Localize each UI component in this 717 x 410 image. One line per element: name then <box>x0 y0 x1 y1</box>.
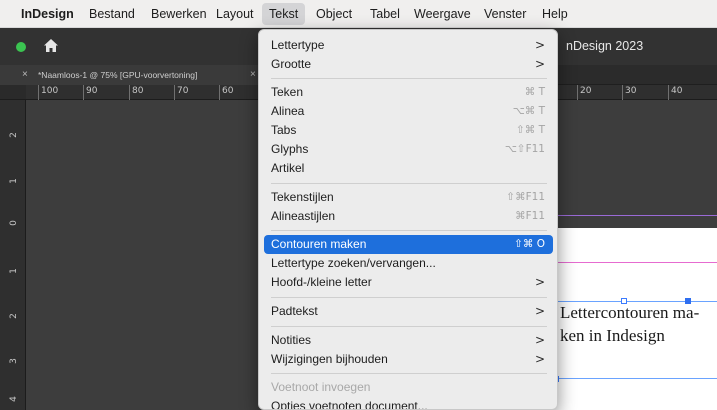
menu-item-notities[interactable]: Notities > <box>264 331 553 350</box>
chevron-right-icon: > <box>534 333 545 347</box>
menu-separator <box>271 297 547 298</box>
menu-tekst[interactable]: Tekst <box>262 3 306 25</box>
close-icon[interactable]: × <box>250 65 256 85</box>
menu-item-grootte[interactable]: Grootte > <box>264 55 553 74</box>
menu-item-alineastijlen[interactable]: Alineastijlen ⌘F11 <box>264 207 553 226</box>
ruler-label: 2 <box>8 132 19 138</box>
menu-item-tabs[interactable]: Tabs ⇧⌘ T <box>264 121 553 140</box>
shortcut: ⌘F11 <box>515 210 545 222</box>
chevron-right-icon: > <box>534 352 545 366</box>
app-title: nDesign 2023 <box>566 39 644 53</box>
menu-help[interactable]: Help <box>535 0 575 28</box>
menu-item-voetnoot-invoegen: Voetnoot invoegen <box>271 380 371 394</box>
shortcut: ⇧⌘ T <box>515 124 545 136</box>
vertical-ruler[interactable]: 2 1 0 1 2 3 4 <box>0 100 26 410</box>
menu-separator <box>271 373 547 374</box>
menu-separator <box>271 183 547 184</box>
ruler-corner <box>0 85 26 100</box>
chevron-right-icon: > <box>534 304 545 318</box>
tekst-menu: Lettertype > Grootte > Teken ⌘ T Alinea … <box>258 29 558 410</box>
menu-separator <box>271 326 547 327</box>
menu-item-alinea[interactable]: Alinea ⌥⌘ T <box>264 102 553 121</box>
menu-item-tekenstijlen[interactable]: Tekenstijlen ⇧⌘F11 <box>264 188 553 207</box>
menu-object[interactable]: Object <box>309 0 359 28</box>
menu-item-padtekst[interactable]: Padtekst > <box>264 302 553 321</box>
menu-item-artikel[interactable]: Artikel <box>264 159 553 178</box>
ruler-label: 2 <box>8 313 19 319</box>
ruler-label: 80 <box>132 86 144 96</box>
menu-bar: InDesign Bestand Bewerken Layout Tekst O… <box>0 0 717 28</box>
home-icon[interactable] <box>42 37 60 55</box>
shortcut: ⇧⌘F11 <box>506 191 545 203</box>
menu-item-contouren-maken[interactable]: Contouren maken ⇧⌘ O <box>264 235 553 254</box>
status-dot <box>16 42 26 52</box>
ruler-label: 1 <box>8 268 19 274</box>
ruler-label: 1 <box>8 178 19 184</box>
menu-layout[interactable]: Layout <box>209 0 261 28</box>
menu-item-glyphs[interactable]: Glyphs ⌥⇧F11 <box>264 140 553 159</box>
menu-item-teken[interactable]: Teken ⌘ T <box>264 83 553 102</box>
ruler-label: 4 <box>8 396 19 402</box>
shortcut: ⌥⌘ T <box>512 105 545 117</box>
menu-item-hoofd-kleine-letter[interactable]: Hoofd-/kleine letter > <box>264 273 553 292</box>
ruler-label: 100 <box>41 86 59 96</box>
frame-text[interactable]: Lettercontouren ma- ken in Indesign <box>560 301 717 347</box>
document-tab[interactable]: × *Naamloos-1 @ 75% [GPU-voorvertoning] … <box>0 65 268 85</box>
ruler-label: 20 <box>580 86 592 96</box>
shortcut: ⌥⇧F11 <box>504 143 545 155</box>
menu-weergave[interactable]: Weergave <box>407 0 478 28</box>
ruler-label: 3 <box>8 358 19 364</box>
menu-indesign[interactable]: InDesign <box>14 0 81 28</box>
document-tab-label: *Naamloos-1 @ 75% [GPU-voorvertoning] <box>38 70 198 80</box>
menu-item-opties-voetnoten[interactable]: Opties voetnoten document... <box>264 397 553 409</box>
menu-bestand[interactable]: Bestand <box>82 0 142 28</box>
menu-separator <box>271 78 547 79</box>
menu-venster[interactable]: Venster <box>477 0 533 28</box>
ruler-label: 30 <box>625 86 637 96</box>
ruler-label: 90 <box>86 86 98 96</box>
close-tab-icon[interactable]: × <box>22 65 28 85</box>
chevron-right-icon: > <box>534 38 545 52</box>
menu-item-lettertype[interactable]: Lettertype > <box>264 36 553 55</box>
ruler-label: 0 <box>8 220 19 226</box>
menu-tabel[interactable]: Tabel <box>363 0 407 28</box>
ruler-label: 70 <box>177 86 189 96</box>
menu-separator <box>271 230 547 231</box>
menu-bewerken[interactable]: Bewerken <box>144 0 214 28</box>
menu-item-lettertype-zoeken[interactable]: Lettertype zoeken/vervangen... <box>264 254 553 273</box>
menu-item-wijzigingen-bijhouden[interactable]: Wijzigingen bijhouden > <box>264 350 553 369</box>
ruler-label: 60 <box>222 86 234 96</box>
ruler-label: 40 <box>671 86 683 96</box>
chevron-right-icon: > <box>534 57 545 71</box>
chevron-right-icon: > <box>534 275 545 289</box>
shortcut: ⌘ T <box>524 86 545 98</box>
text-line: Lettercontouren ma- <box>560 303 700 322</box>
shortcut: ⇧⌘ O <box>514 238 545 250</box>
text-line: ken in Indesign <box>560 326 665 345</box>
